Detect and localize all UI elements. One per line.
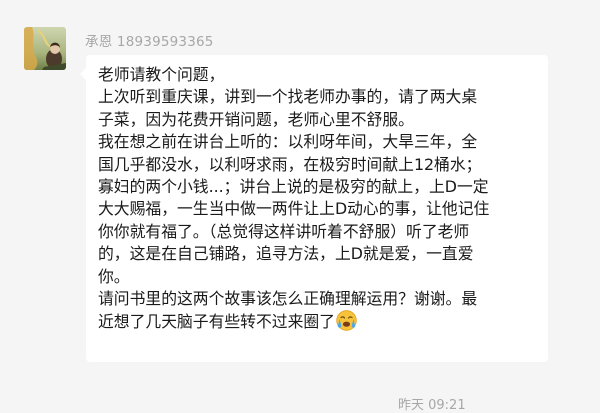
sender-phone-number: 18939593365 [116, 34, 214, 50]
message-line: 上次听到重庆课，讲到一个找老师办事的，请了两大桌 [98, 87, 478, 107]
message-line: 近想了几天脑子有些转不过来圈了 [98, 312, 335, 332]
avatar-image [24, 27, 66, 70]
sender-display-name: 承恩 [85, 34, 113, 50]
message-line: 寡妇的两个小钱...；讲台上说的是极穷的献上，上D一定 [98, 177, 489, 197]
message-line: 的，这是在自己铺路，追寻方法，上D就是爱，一直爱 [98, 244, 474, 264]
message-line: 大大赐福，一生当中做一两件让上D动心的事，让他记住 [98, 199, 490, 219]
message-last-line: 近想了几天脑子有些转不过来圈了 [98, 310, 538, 333]
message-line: 老师请教个问题， [98, 65, 225, 84]
message-bubble[interactable]: 老师请教个问题， 上次听到重庆课，讲到一个找老师办事的，请了两大桌 子菜，因为花… [80, 55, 548, 362]
sender-avatar[interactable] [24, 27, 66, 70]
message-line: 我在想之前在讲台上听的：以利呀年间，大旱三年，全 [98, 132, 478, 152]
message-line: 你你就有福了。（总觉得这样讲听着不舒服）听了老师 [98, 221, 470, 241]
message-line: 请问书里的这两个故事该怎么正确理解运用？谢谢。最 [98, 289, 478, 309]
crying-face-emoji-icon [336, 310, 357, 332]
message-line: 你。 [98, 266, 130, 286]
message-line: 子菜，因为花费开销问题，老师心里不舒服。 [98, 109, 414, 129]
message-line: 国几乎都没水，以利呀求雨，在极穷时间献上12桶水； [98, 154, 482, 174]
sender-name: 承恩 18939593365 [85, 30, 214, 50]
